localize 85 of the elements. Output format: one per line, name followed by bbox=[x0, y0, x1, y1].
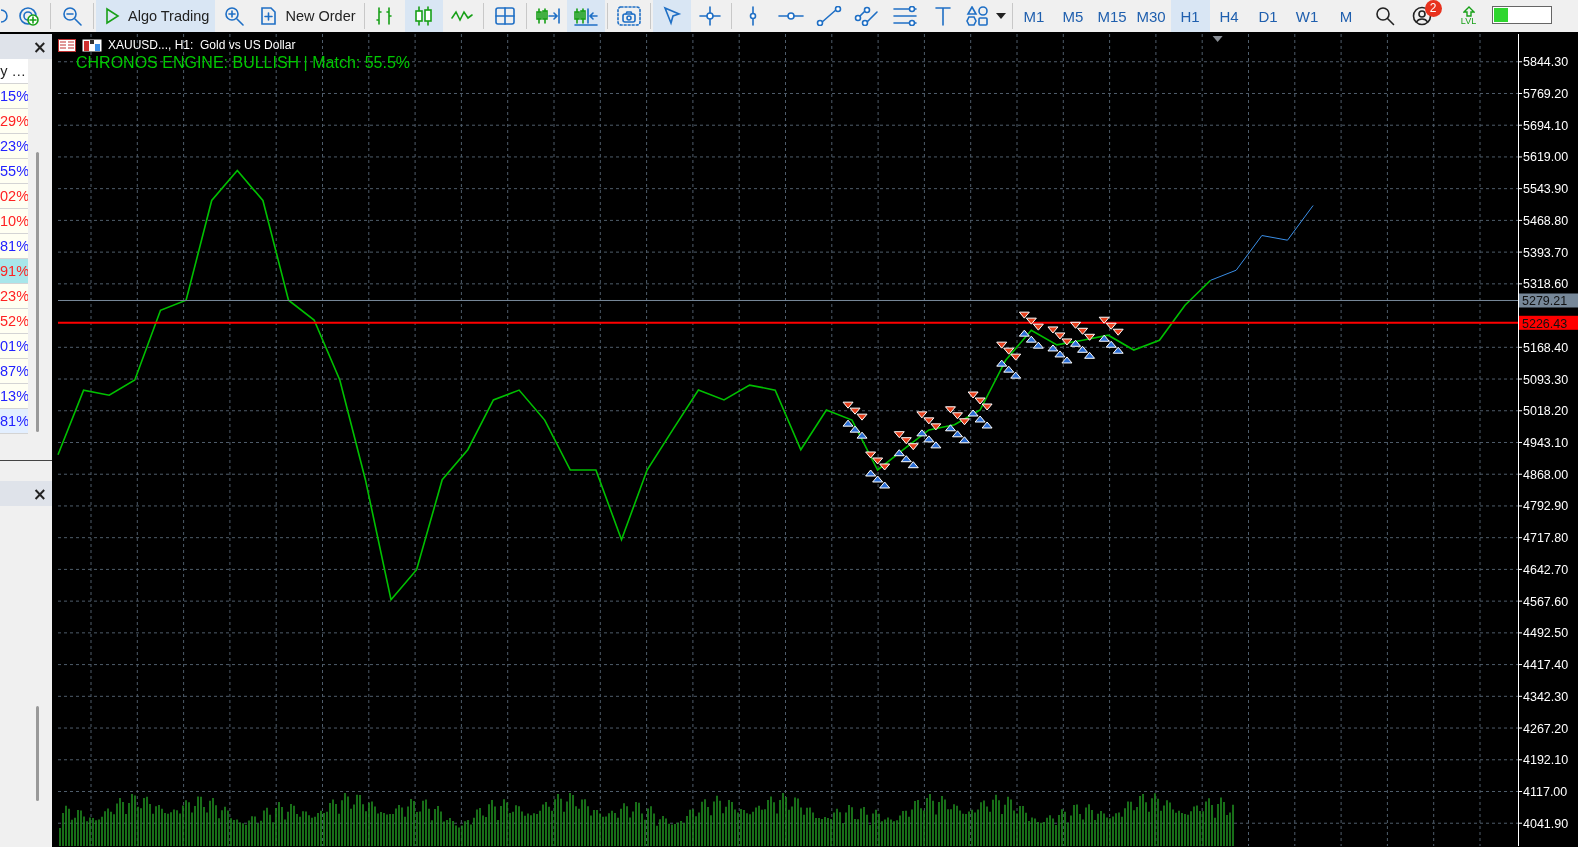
percent-cell[interactable]: 29% bbox=[0, 109, 28, 134]
arc-icon bbox=[1, 6, 9, 26]
autoscroll-icon bbox=[572, 6, 599, 26]
price-tag-label: 5279.21 bbox=[1522, 294, 1568, 309]
timeframe-tab[interactable]: D1 bbox=[1248, 0, 1288, 32]
vertical-line-icon bbox=[747, 6, 758, 26]
camera-icon bbox=[616, 6, 641, 26]
candlestick-icon bbox=[412, 6, 435, 26]
price-label: 5619.00 bbox=[1523, 150, 1569, 165]
price-label: 5318.60 bbox=[1523, 277, 1569, 292]
price-label: 4041.90 bbox=[1523, 816, 1569, 831]
timeframe-tab[interactable]: H1 bbox=[1170, 0, 1210, 32]
table-icon bbox=[58, 38, 76, 52]
price-label: 4567.60 bbox=[1523, 594, 1569, 609]
candlestick-button[interactable] bbox=[404, 0, 443, 32]
shapes-icon bbox=[965, 6, 990, 26]
price-label: 5694.10 bbox=[1523, 118, 1569, 133]
lvl-button[interactable]: LVL bbox=[1449, 0, 1488, 32]
timeframe-tab[interactable]: M5 bbox=[1053, 0, 1093, 32]
chart-title: XAUUSD..., H1: Gold vs US Dollar bbox=[108, 38, 296, 52]
percent-cell[interactable]: 23% bbox=[0, 284, 28, 309]
lines-icon bbox=[891, 6, 918, 26]
percent-cell[interactable]: 23% bbox=[0, 134, 28, 159]
scrollbar-thumb[interactable] bbox=[36, 152, 39, 432]
autoscroll-button[interactable] bbox=[566, 0, 605, 32]
close-button[interactable]: × bbox=[32, 36, 52, 57]
price-label: 5168.40 bbox=[1523, 340, 1569, 355]
percent-cell[interactable]: 01% bbox=[0, 334, 28, 359]
caret-icon bbox=[995, 13, 1006, 19]
status-meter-icon bbox=[1491, 5, 1552, 24]
timeframe-tab[interactable]: M15 bbox=[1092, 0, 1132, 32]
price-label: 4117.00 bbox=[1523, 785, 1568, 799]
indicator-status-text: CHRONOS ENGINE: BULLISH | Match: 55.5% bbox=[76, 54, 411, 72]
shift-icon bbox=[534, 6, 561, 26]
price-label: 5468.80 bbox=[1523, 213, 1569, 228]
percent-cell[interactable]: 87% bbox=[0, 359, 28, 384]
shift-marker-icon bbox=[1212, 36, 1223, 42]
price-label: 4868.00 bbox=[1523, 467, 1569, 482]
price-label: 5543.90 bbox=[1523, 182, 1569, 197]
toolbar-button[interactable]: Algo Trading bbox=[96, 0, 216, 32]
zoom-out-icon bbox=[61, 6, 83, 26]
price-label: 5018.20 bbox=[1523, 404, 1569, 419]
percent-cell[interactable]: 13% bbox=[0, 384, 28, 409]
close-button[interactable]: × bbox=[32, 483, 52, 504]
price-label: 5093.30 bbox=[1523, 372, 1569, 387]
percent-cell[interactable]: 52% bbox=[0, 309, 28, 334]
notification-badge: 2 bbox=[1424, 0, 1442, 17]
crosshair-icon bbox=[698, 6, 721, 26]
price-label: 4267.20 bbox=[1523, 721, 1569, 736]
percent-cell[interactable]: 15% bbox=[0, 84, 28, 109]
trend-line-icon bbox=[815, 6, 842, 26]
price-label: 4417.40 bbox=[1523, 658, 1569, 673]
percent-cell[interactable]: 02% bbox=[0, 184, 28, 209]
scrollbar-thumb[interactable] bbox=[36, 706, 39, 801]
timeframe-tab[interactable]: M bbox=[1326, 0, 1366, 32]
percent-cell[interactable]: 81% bbox=[0, 409, 28, 434]
price-label: 4192.10 bbox=[1523, 753, 1569, 768]
price-label: 5844.30 bbox=[1523, 55, 1569, 70]
price-label: 5393.70 bbox=[1523, 245, 1569, 260]
cursor-button[interactable] bbox=[652, 0, 691, 32]
timeframe-tab[interactable]: H4 bbox=[1209, 0, 1249, 32]
timeframe-tab[interactable]: W1 bbox=[1287, 0, 1327, 32]
price-tag-label: 5226.43 bbox=[1522, 316, 1568, 331]
price-label: 4792.90 bbox=[1523, 499, 1569, 514]
channel-icon bbox=[853, 6, 880, 26]
arrow-up-icon bbox=[1462, 6, 1475, 17]
globe-plus-icon bbox=[18, 6, 40, 26]
text-tool-icon bbox=[932, 6, 953, 26]
percent-cell[interactable]: 10% bbox=[0, 209, 28, 234]
price-label: 4717.80 bbox=[1523, 531, 1569, 546]
zoom-in-icon bbox=[223, 6, 246, 26]
price-label: 4642.70 bbox=[1523, 562, 1569, 577]
timeframe-tab[interactable]: M30 bbox=[1131, 0, 1171, 32]
search-icon bbox=[1374, 6, 1395, 26]
price-label: 5769.20 bbox=[1523, 87, 1569, 101]
price-label: 4342.30 bbox=[1523, 689, 1569, 704]
timeframe-tab[interactable]: M1 bbox=[1014, 0, 1054, 32]
percent-cell[interactable]: 55% bbox=[0, 159, 28, 184]
toolbar-button[interactable]: New Order bbox=[253, 0, 362, 32]
price-label: 4943.10 bbox=[1523, 436, 1569, 450]
price-label: 4492.50 bbox=[1523, 626, 1569, 641]
percent-cell[interactable]: 81% bbox=[0, 234, 28, 259]
account-button[interactable]: 2 bbox=[1403, 0, 1442, 32]
grid-icon bbox=[493, 6, 516, 26]
chart-window-icon bbox=[82, 38, 102, 52]
